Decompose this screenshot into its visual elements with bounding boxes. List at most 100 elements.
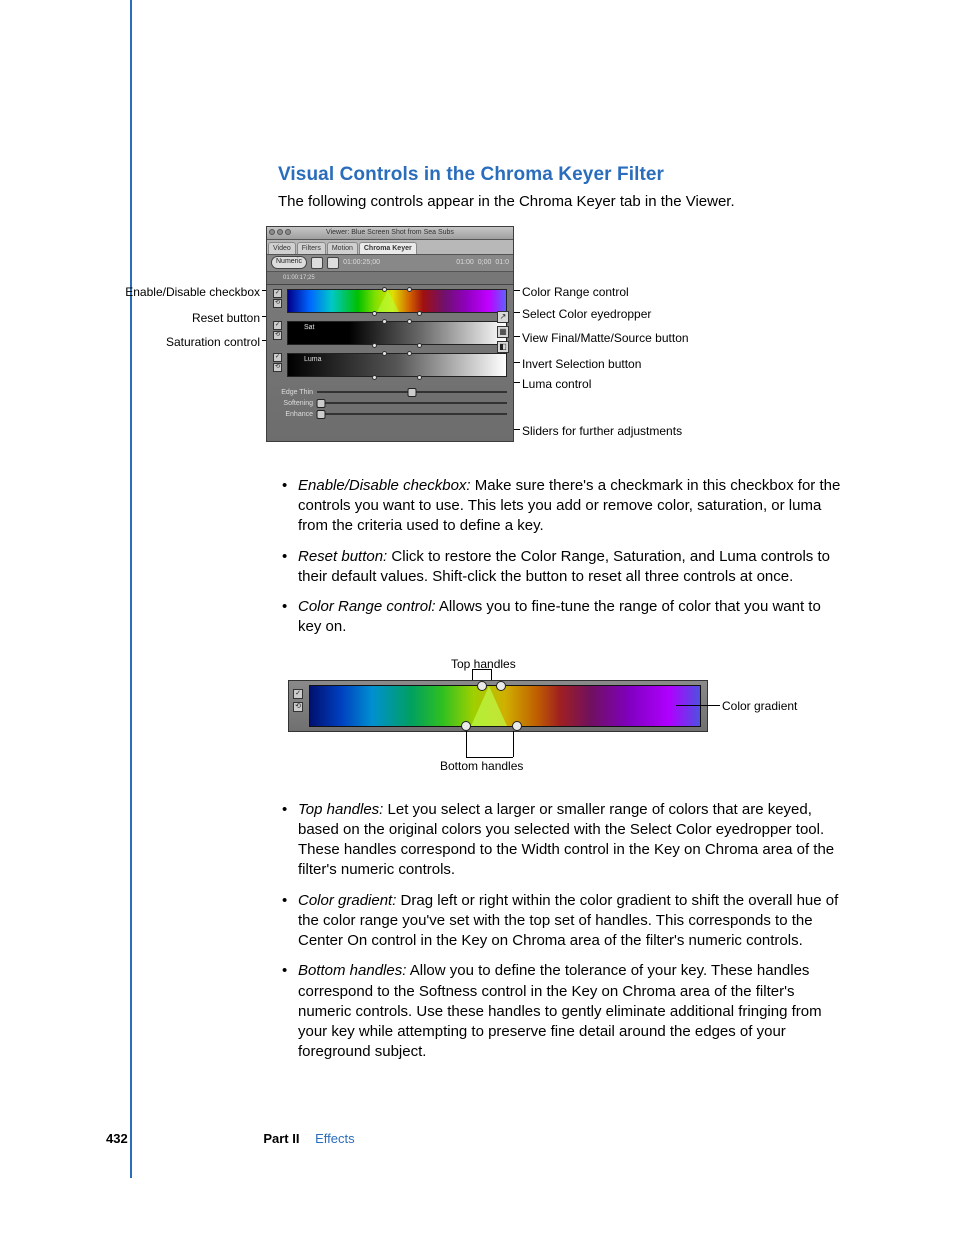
slider-enhance[interactable]: Enhance xyxy=(273,409,507,420)
panel-tabs: Video Filters Motion Chroma Keyer xyxy=(267,240,513,255)
luma-top-handle[interactable] xyxy=(407,351,412,356)
color-range-panel: ✓ ⟲ xyxy=(288,680,708,732)
invert-selection-icon[interactable]: ◧ xyxy=(497,341,509,353)
def-color-range: Color Range control: Allows you to fine-… xyxy=(278,597,848,638)
callout-saturation-control: Saturation control xyxy=(108,334,260,350)
reset-button-hue[interactable]: ⟲ xyxy=(273,299,282,308)
timeline-ruler: 01:00:17;25 xyxy=(267,272,513,285)
callout-view-button: View Final/Matte/Source button xyxy=(522,330,689,346)
timecode-1: 01:00:25;00 xyxy=(343,258,380,267)
term-color-range: Color Range control: xyxy=(298,598,436,615)
hue-top-handle[interactable] xyxy=(407,287,412,292)
callout-enable-disable: Enable/Disable checkbox xyxy=(108,284,260,300)
color-range-row: ✓ ⟲ xyxy=(273,289,507,313)
def-color-gradient: Color gradient: Drag left or right withi… xyxy=(278,891,848,952)
chroma-keyer-panel: Viewer: Blue Screen Shot from Sea Subs V… xyxy=(266,226,514,442)
color-gradient-strip[interactable] xyxy=(309,685,701,727)
hue-bottom-handle[interactable] xyxy=(372,311,377,316)
sat-bottom-handle[interactable] xyxy=(372,343,377,348)
panel-body: ✓ ⟲ ✓ ⟲ Sat xyxy=(267,285,513,422)
enable-checkbox-luma[interactable]: ✓ xyxy=(273,353,282,362)
left-blue-rule xyxy=(130,0,132,1178)
enable-checkbox-sat[interactable]: ✓ xyxy=(273,321,282,330)
slider-edge-thin[interactable]: Edge Thin xyxy=(273,387,507,398)
callout-reset-button: Reset button xyxy=(108,310,260,326)
callout-adjust-sliders: Sliders for further adjustments xyxy=(522,423,682,439)
page-content: Visual Controls in the Chroma Keyer Filt… xyxy=(278,162,848,1081)
def-enable-disable: Enable/Disable checkbox: Make sure there… xyxy=(278,476,848,537)
timecode-2: 01:00 xyxy=(456,258,474,267)
def-bottom-handles: Bottom handles: Allow you to define the … xyxy=(278,961,848,1062)
intro-paragraph: The following controls appear in the Chr… xyxy=(278,192,848,212)
window-title: Viewer: Blue Screen Shot from Sea Subs xyxy=(326,229,454,236)
toolbar-nav-next[interactable] xyxy=(327,257,339,269)
hue-selection-wedge xyxy=(377,290,399,312)
bottom-handle[interactable] xyxy=(512,721,522,731)
selection-wedge xyxy=(471,686,507,726)
callout-invert-button: Invert Selection button xyxy=(522,356,641,372)
luma-row: ✓ ⟲ Luma xyxy=(273,353,507,377)
color-range-control[interactable] xyxy=(287,289,507,313)
enable-checkbox-hue[interactable]: ✓ xyxy=(273,289,282,298)
panel-toolbar: Numeric 01:00:25;00 01:00 0;00 01:0 xyxy=(267,255,513,272)
sat-top-handle[interactable] xyxy=(407,319,412,324)
reset-button-luma[interactable]: ⟲ xyxy=(273,363,282,372)
numeric-button[interactable]: Numeric xyxy=(271,256,307,269)
top-handle[interactable] xyxy=(496,681,506,691)
slider-label-enhance: Enhance xyxy=(273,410,313,419)
definition-list-2: Top handles: Let you select a larger or … xyxy=(278,800,848,1063)
timecode-3: 0;00 xyxy=(478,258,492,267)
enable-checkbox[interactable]: ✓ xyxy=(293,689,303,699)
term-color-gradient: Color gradient: xyxy=(298,892,396,909)
adjustment-sliders: Edge Thin Softening Enhance xyxy=(273,387,507,420)
leader-line xyxy=(513,731,514,757)
leader-line xyxy=(466,731,467,757)
definition-list-1: Enable/Disable checkbox: Make sure there… xyxy=(278,476,848,638)
callout-luma-control: Luma control xyxy=(522,376,591,392)
sat-top-handle[interactable] xyxy=(382,319,387,324)
top-handle[interactable] xyxy=(477,681,487,691)
luma-label: Luma xyxy=(304,355,322,364)
tab-filters[interactable]: Filters xyxy=(297,242,326,254)
ruler-timecode: 01:00:17;25 xyxy=(283,274,315,282)
slider-softening[interactable]: Softening xyxy=(273,398,507,409)
tab-motion[interactable]: Motion xyxy=(327,242,358,254)
luma-control[interactable]: Luma xyxy=(287,353,507,377)
reset-button-sat[interactable]: ⟲ xyxy=(273,331,282,340)
page-footer: 432 Part II Effects xyxy=(106,1130,854,1148)
window-titlebar: Viewer: Blue Screen Shot from Sea Subs xyxy=(267,227,513,240)
panel-right-buttons: ↗ ▦ ◧ xyxy=(497,311,509,353)
traffic-lights xyxy=(269,229,291,235)
toolbar-nav-prev[interactable] xyxy=(311,257,323,269)
tab-chroma-keyer[interactable]: Chroma Keyer xyxy=(359,242,417,254)
slider-label-edge-thin: Edge Thin xyxy=(273,388,313,397)
eyedropper-icon[interactable]: ↗ xyxy=(497,311,509,323)
leader-line xyxy=(676,705,720,706)
label-color-gradient: Color gradient xyxy=(722,698,797,714)
sat-bottom-handle[interactable] xyxy=(417,343,422,348)
footer-section: Effects xyxy=(315,1131,355,1146)
bottom-handle[interactable] xyxy=(461,721,471,731)
hue-bottom-handle[interactable] xyxy=(417,311,422,316)
luma-bottom-handle[interactable] xyxy=(417,375,422,380)
leader-line xyxy=(466,757,513,758)
saturation-row: ✓ ⟲ Sat xyxy=(273,321,507,345)
slider-label-softening: Softening xyxy=(273,399,313,408)
saturation-control[interactable]: Sat xyxy=(287,321,507,345)
luma-bottom-handle[interactable] xyxy=(372,375,377,380)
leader-line xyxy=(472,669,491,670)
term-reset: Reset button: xyxy=(298,548,387,565)
section-heading: Visual Controls in the Chroma Keyer Filt… xyxy=(278,162,848,188)
luma-top-handle[interactable] xyxy=(382,351,387,356)
tab-video[interactable]: Video xyxy=(268,242,296,254)
timecode-4: 01:0 xyxy=(495,258,509,267)
term-top-handles: Top handles: xyxy=(298,801,383,818)
def-top-handles: Top handles: Let you select a larger or … xyxy=(278,800,848,881)
figure-color-range-detail: Top handles ✓ ⟲ Color gradient Bottom ha… xyxy=(278,656,848,776)
matte-view-icon[interactable]: ▦ xyxy=(497,326,509,338)
reset-button[interactable]: ⟲ xyxy=(293,702,303,712)
callout-color-range: Color Range control xyxy=(522,284,629,300)
def-reset-button: Reset button: Click to restore the Color… xyxy=(278,547,848,588)
hue-top-handle[interactable] xyxy=(382,287,387,292)
ruler-button[interactable] xyxy=(271,274,279,282)
